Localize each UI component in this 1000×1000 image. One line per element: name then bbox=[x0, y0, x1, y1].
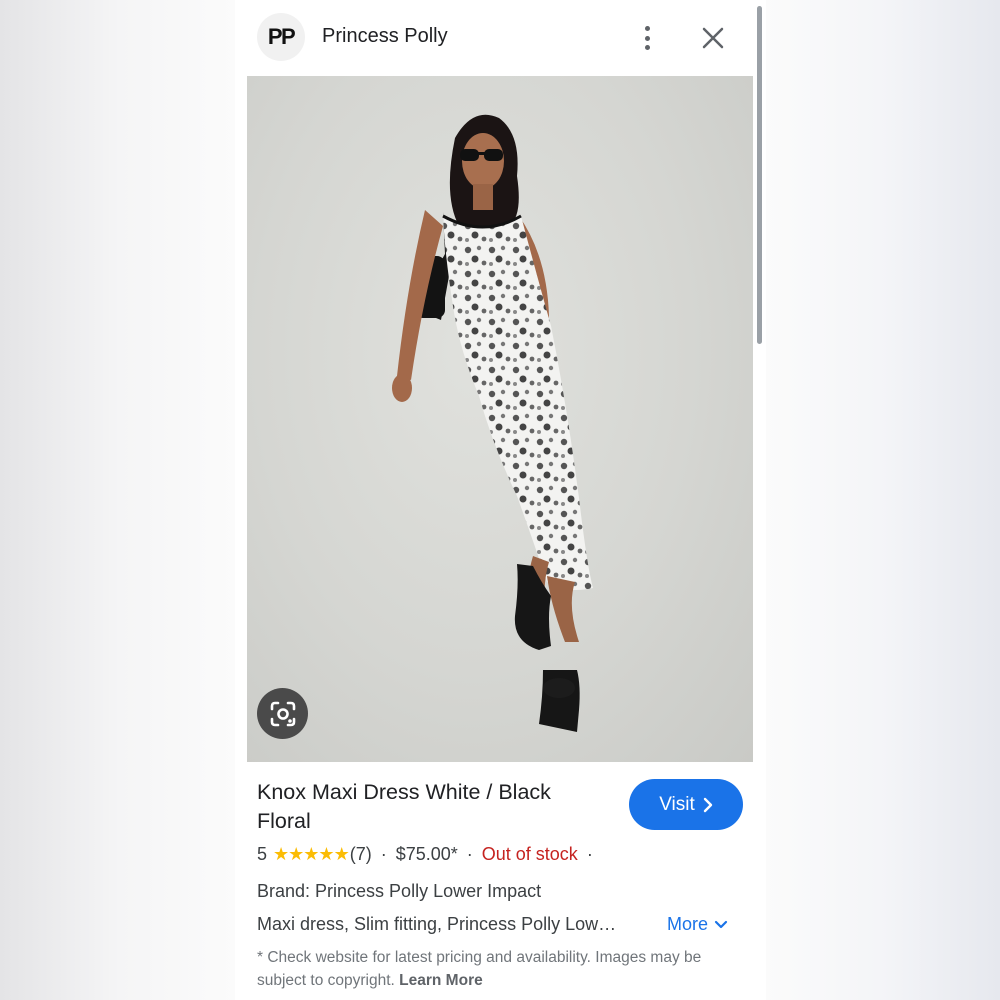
description-row: Maxi dress, Slim fitting, Princess Polly… bbox=[257, 914, 747, 940]
site-name[interactable]: Princess Polly bbox=[322, 25, 448, 48]
product-image[interactable] bbox=[247, 76, 753, 762]
stock-status: Out of stock bbox=[481, 844, 578, 864]
site-logo: PP bbox=[257, 13, 305, 61]
more-label: More bbox=[667, 914, 709, 934]
product-photo-illustration bbox=[392, 114, 593, 732]
separator: · bbox=[586, 844, 593, 864]
visit-label: Visit bbox=[659, 793, 695, 815]
result-panel: PP Princess Polly Knox Maxi Dress White … bbox=[235, 0, 766, 1000]
separator: · bbox=[466, 844, 473, 864]
visit-button[interactable]: Visit bbox=[629, 779, 743, 830]
brand-line: Brand: Princess Polly Lower Impact bbox=[257, 881, 542, 901]
price: $75.00* bbox=[395, 844, 458, 864]
close-icon[interactable] bbox=[700, 25, 726, 51]
more-button[interactable]: More bbox=[667, 914, 728, 935]
product-title[interactable]: Knox Maxi Dress White / Black Floral bbox=[257, 778, 607, 836]
more-vert-icon[interactable] bbox=[635, 22, 659, 54]
lens-icon[interactable] bbox=[257, 688, 308, 739]
product-description: Maxi dress, Slim fitting, Princess Polly… bbox=[257, 914, 617, 934]
learn-more-link[interactable]: Learn More bbox=[399, 972, 483, 989]
separator: · bbox=[380, 844, 387, 864]
review-count[interactable]: (7) bbox=[350, 844, 372, 865]
rating-value: 5 bbox=[257, 844, 268, 864]
chevron-down-icon bbox=[714, 920, 728, 928]
product-meta: 5 ★★★★★ (7) · $75.00* · Out of stock · bbox=[257, 844, 602, 865]
rating-stars: ★★★★★ bbox=[273, 844, 350, 864]
scrollbar[interactable] bbox=[757, 6, 762, 344]
chevron-right-icon bbox=[703, 797, 712, 812]
header: PP Princess Polly bbox=[235, 0, 766, 76]
disclaimer: * Check website for latest pricing and a… bbox=[257, 946, 737, 992]
